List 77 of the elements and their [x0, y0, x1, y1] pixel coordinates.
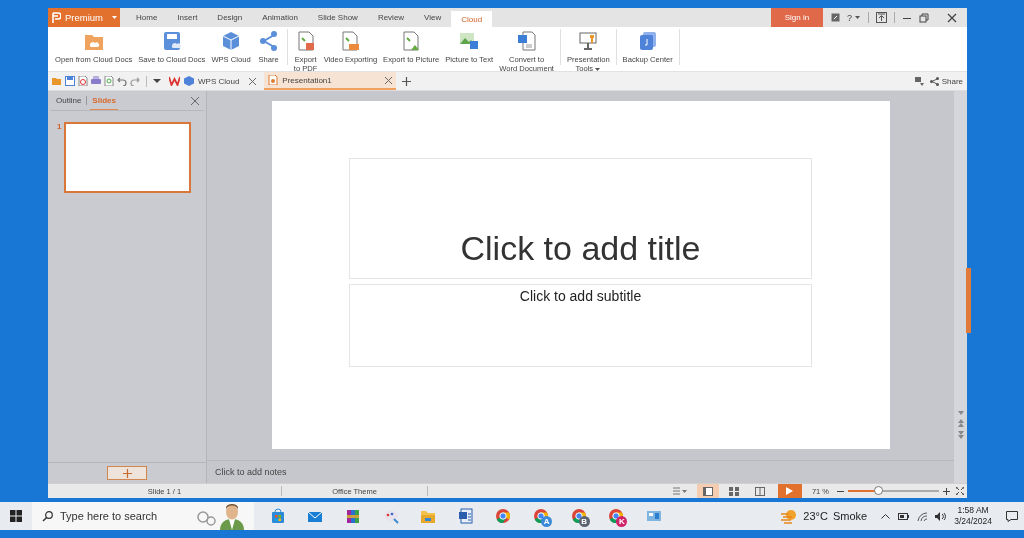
reading-view-icon	[754, 486, 765, 496]
wifi-icon[interactable]	[917, 511, 928, 521]
menu-tab[interactable]: Insert	[167, 8, 208, 27]
add-slide-button[interactable]	[107, 466, 147, 480]
profile-badge: B	[578, 516, 590, 527]
open-folder-icon[interactable]	[52, 76, 62, 86]
normal-view-icon	[702, 486, 713, 496]
undo-icon[interactable]	[117, 76, 127, 86]
restore-icon[interactable]	[919, 12, 929, 23]
view-button[interactable]	[696, 484, 719, 498]
print-preview-icon[interactable]	[104, 76, 114, 86]
menu-tab[interactable]: Cloud	[451, 11, 493, 27]
windows-start-icon[interactable]	[10, 510, 22, 522]
menu-tab[interactable]: Animation	[252, 8, 308, 27]
slide-sorter-icon	[728, 486, 739, 496]
profile-badge: A	[541, 516, 553, 527]
speaker-icon[interactable]	[935, 511, 947, 521]
plus-icon	[122, 468, 132, 478]
document-tab[interactable]: Presentation1	[264, 72, 397, 90]
scroll-down-icon[interactable]	[957, 411, 964, 415]
close-tab-icon[interactable]	[249, 77, 257, 85]
wps-logo-icon[interactable]	[169, 76, 180, 86]
collapse-ribbon-icon[interactable]	[876, 12, 887, 23]
share-button[interactable]: Share	[929, 72, 967, 90]
previous-slide-icon[interactable]	[957, 419, 964, 427]
close-tab-icon[interactable]	[385, 76, 393, 84]
presentation-file-icon	[268, 75, 279, 85]
side-panel-handle[interactable]	[966, 268, 971, 333]
taskbar-app[interactable]: B	[559, 502, 598, 530]
battery-icon[interactable]	[898, 512, 910, 520]
play-icon	[786, 487, 794, 495]
menu-tab[interactable]: View	[414, 8, 452, 27]
redo-icon[interactable]	[130, 76, 140, 86]
taskbar-app[interactable]: A	[522, 502, 560, 530]
browser-icon	[569, 507, 588, 525]
slide-number: 1	[57, 122, 62, 131]
layout-icon[interactable]	[914, 76, 924, 86]
document-icon	[456, 507, 475, 525]
clock[interactable]: 1:58 AM 3/24/2024	[954, 505, 992, 527]
new-tab-icon[interactable]	[402, 76, 412, 86]
caret-icon	[111, 14, 118, 21]
close-icon[interactable]	[191, 96, 199, 105]
menu-tab[interactable]: Review	[367, 8, 415, 27]
pdf-icon[interactable]	[78, 76, 88, 86]
fit-window-icon[interactable]	[956, 487, 964, 495]
weather-condition[interactable]: Smoke	[832, 510, 868, 522]
share-icon	[929, 76, 939, 86]
menu-tab[interactable]: Design	[207, 8, 253, 27]
cube-icon	[184, 76, 194, 86]
next-slide-icon[interactable]	[957, 431, 964, 439]
chevron-up-icon[interactable]	[881, 513, 891, 519]
caret-icon	[854, 14, 861, 21]
taskbar-app[interactable]: K	[597, 502, 635, 530]
help-button[interactable]: ?	[847, 12, 861, 23]
close-icon[interactable]	[947, 12, 957, 23]
profile-badge: K	[616, 516, 628, 527]
document-tab[interactable]: WPS Cloud	[180, 72, 261, 90]
panel-tab[interactable]: Outline	[54, 91, 84, 110]
p-logo-icon	[52, 12, 61, 23]
temperature[interactable]: 23°C	[803, 510, 828, 522]
save-icon[interactable]	[65, 76, 75, 86]
notification-icon[interactable]	[1006, 510, 1018, 522]
search-icon	[42, 510, 53, 522]
notes-toggle-icon[interactable]	[672, 487, 687, 495]
books-stack-icon	[344, 507, 362, 525]
slideshow-button[interactable]	[777, 484, 802, 498]
title-placeholder[interactable]: Click to add title	[349, 158, 812, 279]
menu-tab[interactable]: Slide Show	[307, 8, 368, 27]
weather-icon[interactable]	[780, 508, 799, 524]
caret-icon[interactable]	[153, 77, 161, 85]
subtitle-placeholder[interactable]: Click to add subtitle	[349, 284, 812, 367]
menu-tab[interactable]: Home	[126, 8, 168, 27]
print-icon[interactable]	[91, 76, 101, 86]
zoom-in-icon[interactable]	[943, 487, 950, 495]
slider-thumb[interactable]	[874, 486, 884, 495]
slide-thumbnail[interactable]	[64, 122, 192, 193]
browser-icon	[494, 507, 513, 525]
